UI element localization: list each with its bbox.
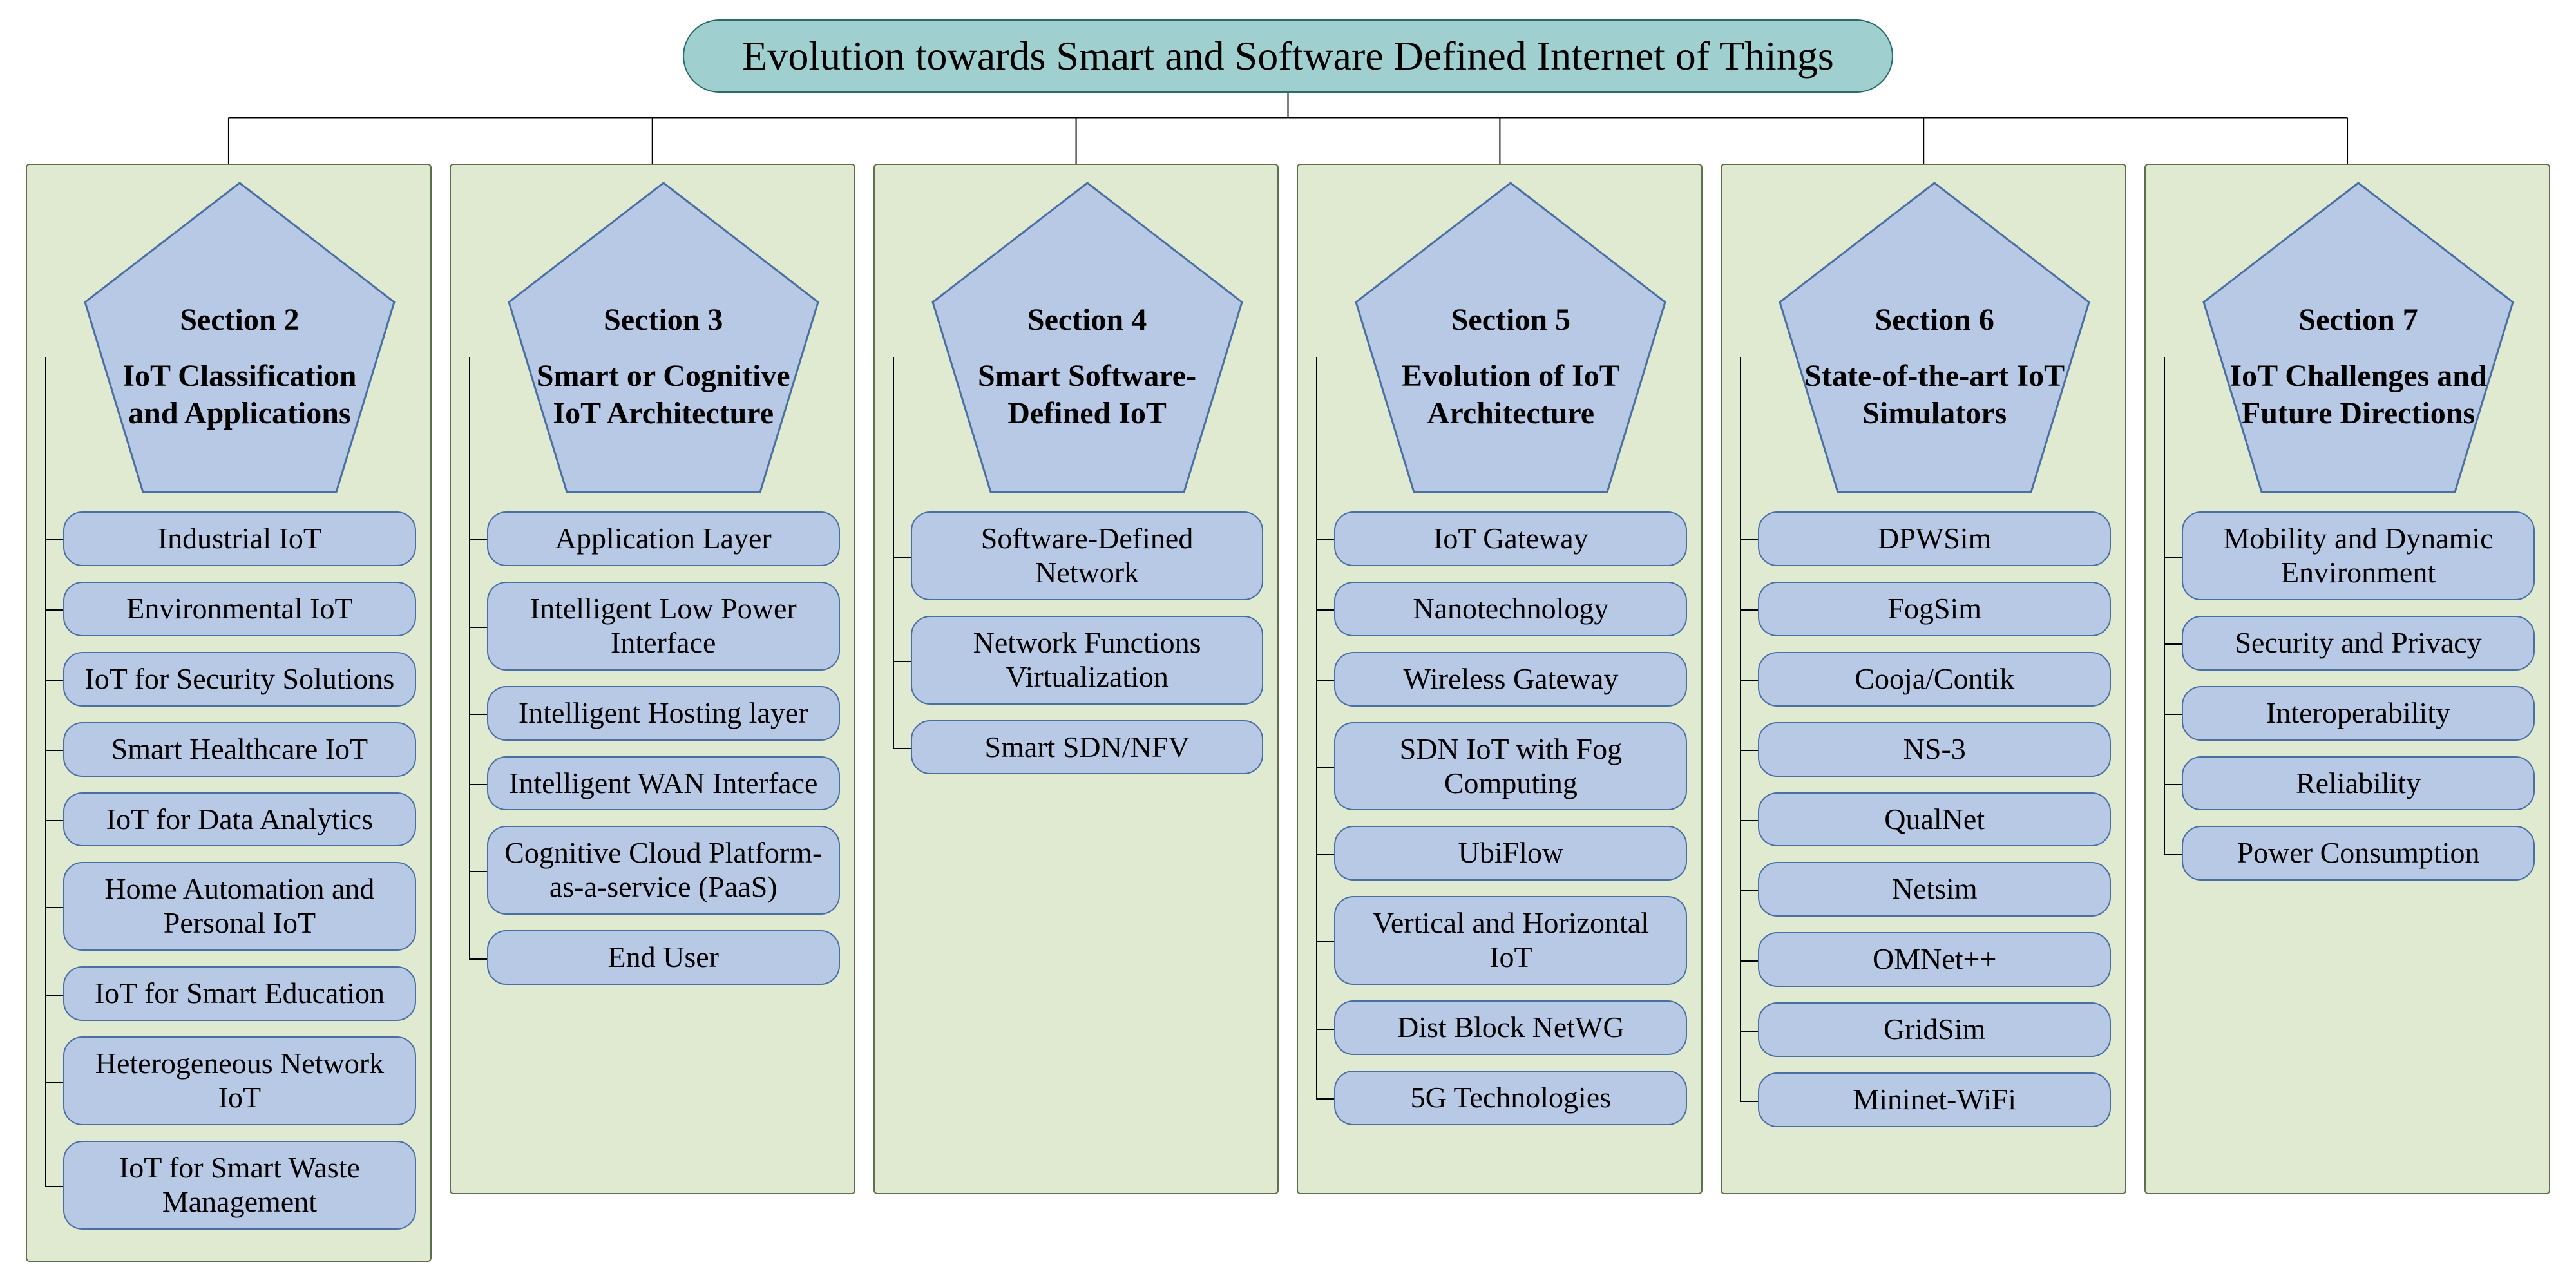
- section-item: Home Automation and Personal IoT: [63, 862, 416, 951]
- section-item: IoT for Smart Education: [63, 966, 416, 1021]
- section-item: UbiFlow: [1334, 826, 1687, 881]
- section-header: Section 2 IoT Classification and Applicat…: [61, 176, 419, 499]
- section-item: Industrial IoT: [63, 511, 416, 566]
- section-item: FogSim: [1758, 582, 2111, 636]
- columns: Section 2 IoT Classification and Applicat…: [26, 164, 2550, 1262]
- section-item: Cooja/Contik: [1758, 652, 2111, 707]
- section-item: SDN IoT with Fog Computing: [1334, 722, 1687, 811]
- section-header: Section 5 Evolution of IoT Architecture: [1331, 176, 1690, 499]
- section-header: Section 6 State-of-the-art IoT Simulators: [1755, 176, 2113, 499]
- diagram-title: Evolution towards Smart and Software Def…: [683, 19, 1893, 93]
- section-heading: State-of-the-art IoT Simulators: [1791, 358, 2077, 432]
- section-item: Security and Privacy: [2182, 616, 2535, 671]
- section-items: Industrial IoT Environmental IoT IoT for S…: [61, 511, 419, 1230]
- section-items: DPWSim FogSim Cooja/Contik NS-3 QualNet Netsi…: [1755, 511, 2113, 1127]
- section-item: Netsim: [1758, 862, 2111, 917]
- section-heading: Smart Software-Defined IoT: [944, 358, 1230, 432]
- section-item: IoT for Data Analytics: [63, 792, 416, 847]
- section-label: Section 5: [1451, 301, 1570, 339]
- section-item: GridSim: [1758, 1002, 2111, 1057]
- section-column: Section 7 IoT Challenges and Future Direc…: [2144, 164, 2550, 1194]
- section-items: IoT Gateway Nanotechnology Wireless Gatewa…: [1331, 511, 1690, 1125]
- connector-svg: [26, 93, 2550, 164]
- section-item: Intelligent Hosting layer: [487, 686, 840, 741]
- section-items: Application Layer Intelligent Low Power I…: [484, 511, 843, 985]
- section-column: Section 2 IoT Classification and Applicat…: [26, 164, 432, 1262]
- section-item: Interoperability: [2182, 686, 2535, 741]
- section-item: NS-3: [1758, 722, 2111, 777]
- section-items: Mobility and Dynamic Environment Security…: [2179, 511, 2537, 881]
- section-label: Section 7: [2298, 301, 2418, 339]
- section-column: Section 4 Smart Software-Defined IoT Softw…: [873, 164, 1279, 1194]
- section-item: End User: [487, 930, 840, 985]
- section-item: DPWSim: [1758, 511, 2111, 566]
- section-item: 5G Technologies: [1334, 1071, 1687, 1125]
- section-label: Section 3: [604, 301, 723, 339]
- section-label: Section 6: [1875, 301, 1994, 339]
- section-item: Cognitive Cloud Platform-as-a-service (P…: [487, 826, 840, 915]
- section-heading: IoT Classification and Applications: [97, 358, 383, 432]
- section-item: Reliability: [2182, 756, 2535, 811]
- section-item: IoT Gateway: [1334, 511, 1687, 566]
- section-item: Mininet-WiFi: [1758, 1072, 2111, 1127]
- section-label: Section 4: [1027, 301, 1147, 339]
- section-item: Power Consumption: [2182, 826, 2535, 881]
- section-column: Section 3 Smart or Cognitive IoT Architec…: [450, 164, 855, 1194]
- section-header: Section 7 IoT Challenges and Future Direc…: [2179, 176, 2537, 499]
- section-item: Nanotechnology: [1334, 582, 1687, 636]
- section-label: Section 2: [180, 301, 299, 339]
- section-item: Intelligent WAN Interface: [487, 756, 840, 811]
- section-column: Section 6 State-of-the-art IoT Simulators…: [1721, 164, 2126, 1194]
- section-item: Application Layer: [487, 511, 840, 566]
- section-item: Dist Block NetWG: [1334, 1000, 1687, 1055]
- section-item: Mobility and Dynamic Environment: [2182, 511, 2535, 600]
- section-heading: Evolution of IoT Architecture: [1368, 358, 1654, 432]
- section-item: OMNet++: [1758, 932, 2111, 987]
- section-heading: Smart or Cognitive IoT Architecture: [520, 358, 806, 432]
- diagram-root: Evolution towards Smart and Software Def…: [26, 19, 2550, 1262]
- section-item: Software-Defined Network: [911, 511, 1264, 600]
- section-item: IoT for Smart Waste Management: [63, 1141, 416, 1230]
- section-item: Wireless Gateway: [1334, 652, 1687, 707]
- connector-row: [26, 93, 2550, 164]
- section-item: Heterogeneous Network IoT: [63, 1036, 416, 1125]
- section-heading: IoT Challenges and Future Directions: [2215, 358, 2501, 432]
- section-header: Section 4 Smart Software-Defined IoT: [908, 176, 1266, 499]
- section-items: Software-Defined Network Network Function…: [908, 511, 1266, 774]
- section-item: IoT for Security Solutions: [63, 652, 416, 707]
- section-item: Intelligent Low Power Interface: [487, 582, 840, 671]
- section-item: Smart SDN/NFV: [911, 720, 1264, 775]
- section-column: Section 5 Evolution of IoT Architecture Io…: [1297, 164, 1703, 1194]
- section-item: Environmental IoT: [63, 582, 416, 636]
- section-item: Vertical and Horizontal IoT: [1334, 896, 1687, 985]
- section-header: Section 3 Smart or Cognitive IoT Architec…: [484, 176, 843, 499]
- section-item: Smart Healthcare IoT: [63, 722, 416, 777]
- section-item: Network Functions Virtualization: [911, 616, 1264, 705]
- section-item: QualNet: [1758, 792, 2111, 847]
